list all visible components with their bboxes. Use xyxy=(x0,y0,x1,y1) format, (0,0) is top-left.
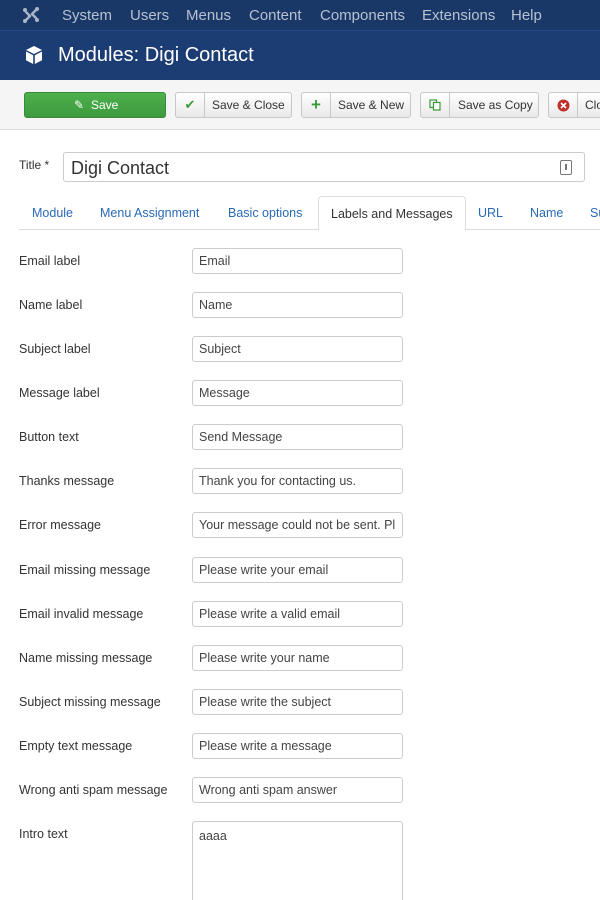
error-message-label: Error message xyxy=(19,518,101,532)
message-label-label: Message label xyxy=(19,386,100,400)
tab-menu-assignment[interactable]: Menu Assignment xyxy=(100,206,199,220)
menu-content[interactable]: Content xyxy=(249,7,302,24)
menu-components[interactable]: Components xyxy=(320,7,405,24)
title-input[interactable]: Digi Contact xyxy=(63,152,585,182)
menu-users[interactable]: Users xyxy=(130,7,169,24)
name-label-input[interactable]: Name xyxy=(192,292,403,318)
wrong-anti-spam-message-label: Wrong anti spam message xyxy=(19,783,168,797)
email-missing-message-input[interactable]: Please write your email xyxy=(192,557,403,583)
tab-bar: Module Menu Assignment Basic options Lab… xyxy=(19,196,600,231)
message-label-input[interactable]: Message xyxy=(192,380,403,406)
subject-missing-message-label: Subject missing message xyxy=(19,695,161,709)
plus-icon: + xyxy=(302,93,331,117)
save-button[interactable]: ✎ Save xyxy=(24,92,166,118)
tab-name[interactable]: Name xyxy=(530,206,563,220)
email-invalid-message-label: Email invalid message xyxy=(19,607,144,621)
thanks-message-input[interactable]: Thank you for contacting us. xyxy=(192,468,403,494)
title-label: Title * xyxy=(19,158,50,172)
menu-menus[interactable]: Menus xyxy=(186,7,231,24)
menu-extensions[interactable]: Extensions xyxy=(422,7,495,24)
email-missing-message-label: Email missing message xyxy=(19,563,151,577)
email-invalid-message-input[interactable]: Please write a valid email xyxy=(192,601,403,627)
intro-text-label: Intro text xyxy=(19,827,68,841)
edit-icon: ✎ xyxy=(74,98,85,112)
name-label-label: Name label xyxy=(19,298,83,312)
page-header: Modules: Digi Contact xyxy=(0,30,600,80)
save-new-button[interactable]: + Save & New xyxy=(301,92,411,118)
tab-labels-and-messages[interactable]: Labels and Messages xyxy=(318,196,466,231)
menu-help[interactable]: Help xyxy=(511,7,542,24)
close-icon xyxy=(549,93,578,117)
toolbar: ✎ Save ✔ Save & Close + Save & New Save … xyxy=(0,80,600,130)
subject-label-label: Subject label xyxy=(19,342,91,356)
save-copy-button[interactable]: Save as Copy xyxy=(420,92,539,118)
tab-basic-options[interactable]: Basic options xyxy=(228,206,302,220)
joomla-logo-icon[interactable] xyxy=(22,6,40,24)
tab-su[interactable]: Su xyxy=(590,206,600,220)
empty-text-message-label: Empty text message xyxy=(19,739,133,753)
check-icon: ✔ xyxy=(176,93,205,117)
save-close-button[interactable]: ✔ Save & Close xyxy=(175,92,292,118)
error-message-input[interactable]: Your message could not be sent. Pl xyxy=(192,512,403,538)
top-menu-bar: System Users Menus Content Components Ex… xyxy=(0,0,600,30)
wrong-anti-spam-message-input[interactable]: Wrong anti spam answer xyxy=(192,777,403,803)
name-missing-message-label: Name missing message xyxy=(19,651,153,665)
page-title: Modules: Digi Contact xyxy=(58,44,254,66)
title-value: Digi Contact xyxy=(71,158,170,178)
thanks-message-label: Thanks message xyxy=(19,474,115,488)
copy-icon xyxy=(421,93,450,117)
tab-url[interactable]: URL xyxy=(478,206,503,220)
tab-module[interactable]: Module xyxy=(32,206,73,220)
cube-icon xyxy=(26,46,42,64)
close-button[interactable]: Close xyxy=(548,92,600,118)
button-text-label: Button text xyxy=(19,430,79,444)
menu-system[interactable]: System xyxy=(62,7,112,24)
button-text-input[interactable]: Send Message xyxy=(192,424,403,450)
subject-missing-message-input[interactable]: Please write the subject xyxy=(192,689,403,715)
email-label-label: Email label xyxy=(19,254,81,268)
email-label-input[interactable]: Email xyxy=(192,248,403,274)
intro-text-textarea[interactable]: aaaa xyxy=(192,821,403,900)
lock-icon[interactable] xyxy=(560,160,572,175)
empty-text-message-input[interactable]: Please write a message xyxy=(192,733,403,759)
name-missing-message-input[interactable]: Please write your name xyxy=(192,645,403,671)
subject-label-input[interactable]: Subject xyxy=(192,336,403,362)
